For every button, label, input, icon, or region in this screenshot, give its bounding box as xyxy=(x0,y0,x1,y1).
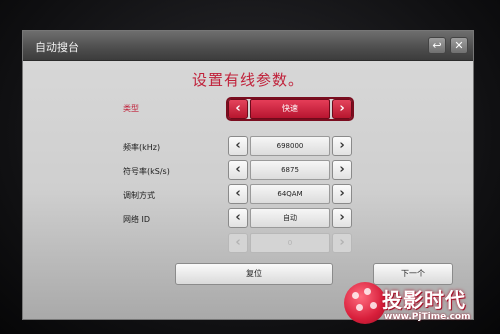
watermark-url: www.PjTime.com xyxy=(384,312,471,322)
frequency-label: 频率(kHz) xyxy=(123,143,161,152)
type-value: 快速 xyxy=(250,99,330,119)
chevron-left-icon: ‹ xyxy=(228,233,248,253)
tv-screen: 自动搜台 ↩ ✕ 设置有线参数。 类型 ‹ 快速 › 频率(kHz) ‹ 698… xyxy=(0,0,500,334)
network-id-value: 自动 xyxy=(250,208,330,228)
network-id-selector[interactable]: ‹ 自动 › xyxy=(228,208,352,228)
auto-tuning-dialog: 自动搜台 ↩ ✕ 设置有线参数。 类型 ‹ 快速 › 频率(kHz) ‹ 698… xyxy=(22,30,474,320)
modulation-label: 调制方式 xyxy=(123,191,155,200)
type-selector[interactable]: ‹ 快速 › xyxy=(226,97,354,121)
window-title: 自动搜台 xyxy=(35,41,79,54)
title-bar: 自动搜台 ↩ ✕ xyxy=(23,31,473,61)
network-id-label: 网络 ID xyxy=(123,215,151,224)
page-heading: 设置有线参数。 xyxy=(191,71,304,89)
network-id-number-value: 0 xyxy=(250,233,330,253)
modulation-selector[interactable]: ‹ 64QAM › xyxy=(228,184,352,204)
frequency-value: 698000 xyxy=(250,136,330,156)
network-id-number-selector: ‹ 0 › xyxy=(228,233,352,253)
chevron-left-icon[interactable]: ‹ xyxy=(228,136,248,156)
symbol-rate-value: 6875 xyxy=(250,160,330,180)
chevron-left-icon[interactable]: ‹ xyxy=(228,99,248,119)
symbol-rate-label: 符号率(kS/s) xyxy=(123,167,170,176)
frequency-selector[interactable]: ‹ 698000 › xyxy=(228,136,352,156)
modulation-value: 64QAM xyxy=(250,184,330,204)
chevron-right-icon[interactable]: › xyxy=(332,184,352,204)
logo-icon xyxy=(344,282,386,324)
chevron-right-icon[interactable]: › xyxy=(332,208,352,228)
site-watermark: 投影时代 www.PjTime.com xyxy=(344,282,494,328)
symbol-rate-selector[interactable]: ‹ 6875 › xyxy=(228,160,352,180)
close-icon[interactable]: ✕ xyxy=(450,37,468,54)
chevron-right-icon: › xyxy=(332,233,352,253)
chevron-left-icon[interactable]: ‹ xyxy=(228,160,248,180)
chevron-right-icon[interactable]: › xyxy=(332,136,352,156)
watermark-name: 投影时代 xyxy=(382,288,466,312)
back-icon[interactable]: ↩ xyxy=(428,37,446,54)
chevron-right-icon[interactable]: › xyxy=(332,99,352,119)
chevron-left-icon[interactable]: ‹ xyxy=(228,208,248,228)
chevron-left-icon[interactable]: ‹ xyxy=(228,184,248,204)
type-label: 类型 xyxy=(123,104,139,113)
reset-button[interactable]: 复位 xyxy=(175,263,333,285)
chevron-right-icon[interactable]: › xyxy=(332,160,352,180)
